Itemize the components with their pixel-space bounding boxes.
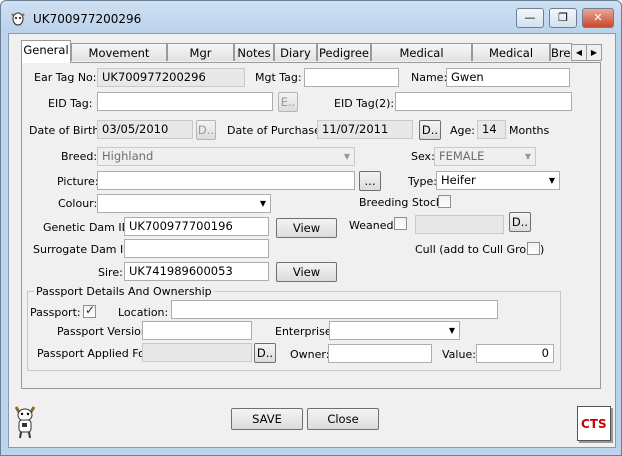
type-select[interactable]: Heifer — [436, 171, 560, 190]
mgt-tag-label: Mgt Tag: — [255, 71, 302, 84]
passport-applied-date-button[interactable]: D.. — [254, 343, 276, 363]
tab-notes[interactable]: Notes — [234, 43, 274, 61]
minimize-button[interactable]: — — [516, 8, 544, 28]
sire-view-button[interactable]: View — [276, 262, 337, 282]
sire-field[interactable]: UK741989600053 — [124, 262, 269, 281]
cow-app-icon — [11, 12, 25, 26]
eid-read-button[interactable]: E.. — [278, 92, 298, 112]
picture-label: Picture: — [57, 175, 99, 188]
arrow-right-icon: ▶ — [590, 48, 598, 57]
dop-date-button[interactable]: D.. — [419, 120, 441, 140]
dop-field[interactable]: 11/07/2011 — [317, 120, 413, 139]
cow-mascot-icon — [14, 406, 36, 439]
type-label: Type: — [408, 175, 437, 188]
enterprise-label: Enterprise: — [275, 325, 336, 338]
name-label: Name: — [411, 71, 448, 84]
passport-applied-label: Passport Applied For: — [37, 347, 153, 360]
tab-movement-history[interactable]: Movement History — [71, 43, 167, 78]
breed-label: Breed: — [61, 150, 98, 163]
passport-checkbox[interactable] — [83, 303, 96, 318]
eid-tag2-field[interactable] — [395, 92, 572, 111]
tab-medical-tests[interactable]: Medical Tests — [472, 43, 550, 78]
sex-label: Sex: — [411, 150, 435, 163]
passport-version-field[interactable] — [142, 321, 252, 340]
age-label: Age: — [450, 124, 475, 137]
surrogate-dam-label: Surrogate Dam ID: — [33, 243, 136, 256]
eid-tag-label: EID Tag: — [48, 97, 93, 110]
name-field[interactable]: Gwen — [446, 68, 570, 87]
close-form-button[interactable]: Close — [307, 408, 379, 430]
tab-medical-treatment[interactable]: Medical Treatment — [371, 43, 472, 78]
genetic-dam-field[interactable]: UK700977700196 — [124, 217, 269, 236]
surrogate-dam-field[interactable] — [124, 239, 269, 258]
ear-tag-label: Ear Tag No: — [34, 71, 97, 84]
breeding-stock-checkbox[interactable] — [438, 195, 451, 208]
cull-checkbox[interactable] — [527, 242, 540, 255]
save-button[interactable]: SAVE — [231, 408, 303, 430]
weaned-checkbox[interactable] — [394, 217, 407, 230]
restore-icon: ❐ — [558, 11, 568, 24]
weaned-date-button[interactable]: D.. — [509, 212, 531, 232]
cts-logo-text: CTS — [581, 417, 607, 431]
sire-label: Sire: — [98, 266, 123, 279]
eid-tag-field[interactable] — [97, 92, 273, 111]
maximize-button[interactable]: ❐ — [549, 8, 577, 28]
dob-field[interactable]: 03/05/2010 — [97, 120, 193, 139]
weaned-label: Weaned — [349, 219, 394, 232]
value-field[interactable]: 0 — [476, 344, 554, 363]
cts-logo: CTS — [577, 406, 611, 441]
breeding-stock-label: Breeding Stock: — [359, 196, 447, 209]
tab-scroll-left-button[interactable]: ◀ — [571, 44, 587, 61]
cull-label: Cull (add to Cull Group) — [415, 243, 545, 256]
weaned-date-field[interactable] — [415, 215, 504, 234]
location-label: Location: — [118, 306, 169, 319]
window-title: UK700977200296 — [33, 12, 142, 26]
breed-select[interactable]: Highland — [97, 147, 355, 166]
value-label: Value: — [442, 348, 476, 361]
tab-mgr-groups[interactable]: Mgr Groups — [167, 43, 234, 78]
genetic-dam-view-button[interactable]: View — [276, 218, 337, 238]
dob-date-button[interactable]: D.. — [196, 120, 216, 140]
genetic-dam-label: Genetic Dam ID: — [43, 221, 134, 234]
eid-tag2-label: EID Tag(2): — [334, 97, 395, 110]
picture-browse-button[interactable]: ... — [359, 171, 381, 191]
dob-label: Date of Birth: — [29, 124, 104, 137]
passport-group-title: Passport Details And Ownership — [34, 285, 214, 298]
tab-scroll-right-button[interactable]: ▶ — [586, 44, 602, 61]
colour-label: Colour: — [58, 197, 98, 210]
dop-label: Date of Purchase: — [227, 124, 325, 137]
age-unit-label: Months — [509, 124, 550, 137]
owner-label: Owner: — [290, 348, 330, 361]
colour-select[interactable] — [97, 194, 271, 213]
close-icon: ✕ — [593, 11, 603, 24]
picture-field[interactable] — [97, 171, 355, 190]
close-button[interactable]: ✕ — [582, 8, 614, 28]
mgt-tag-field[interactable] — [304, 68, 399, 87]
owner-field[interactable] — [328, 344, 432, 363]
tab-diary[interactable]: Diary — [274, 43, 317, 61]
ear-tag-field[interactable]: UK700977200296 — [97, 68, 245, 87]
sex-select[interactable]: FEMALE — [434, 147, 536, 166]
passport-applied-field[interactable] — [142, 343, 252, 362]
tab-breeding[interactable]: Bre — [550, 43, 572, 61]
location-field[interactable] — [171, 300, 498, 319]
passport-label: Passport: — [30, 306, 81, 319]
arrow-left-icon: ◀ — [575, 48, 583, 57]
enterprise-select[interactable] — [329, 321, 460, 340]
tab-pedigree[interactable]: Pedigree — [317, 43, 371, 61]
minimize-icon: — — [524, 11, 536, 24]
age-field[interactable]: 14 — [477, 120, 506, 139]
passport-version-label: Passport Version: — [57, 325, 152, 338]
tab-general[interactable]: General — [21, 40, 71, 63]
